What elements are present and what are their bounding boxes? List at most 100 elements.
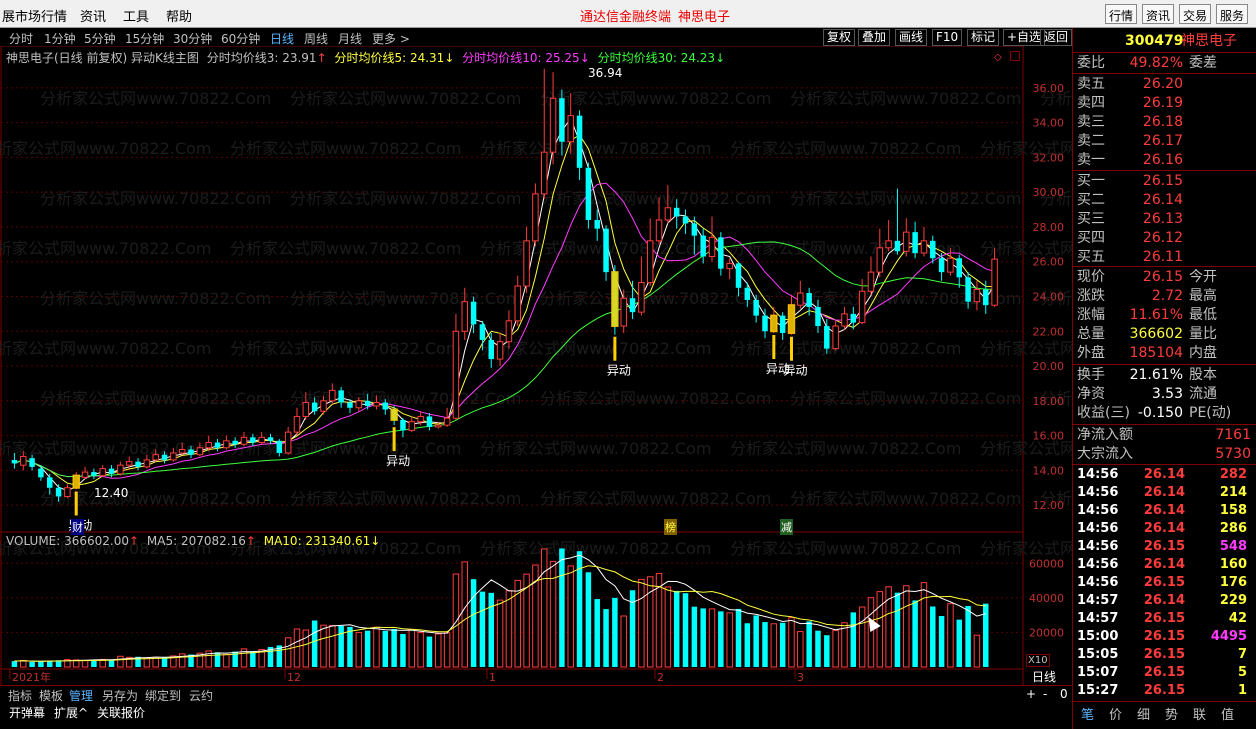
zoom-out-button[interactable]: - bbox=[1043, 687, 1047, 701]
period-tab[interactable]: 分时 bbox=[9, 30, 33, 47]
draw-button[interactable]: 画线 bbox=[895, 29, 928, 46]
stock-title: 神思电子 bbox=[678, 10, 731, 25]
candle-body-up bbox=[655, 219, 663, 242]
candle-body-up bbox=[540, 151, 548, 195]
watermark-text: 分析家公式网www.70822.Com bbox=[540, 489, 771, 508]
tick-row: 15:05 26.15 7 bbox=[1077, 646, 1253, 664]
candle-body-down bbox=[347, 402, 353, 408]
kline-chart[interactable]: 分析家公式网www.70822.Com 分析家公式网www.70822.Com 分析… bbox=[0, 46, 1072, 686]
volume-bar-up bbox=[664, 586, 672, 668]
volume-bar-down bbox=[815, 630, 821, 667]
tab-cloud[interactable]: 云约 bbox=[189, 687, 213, 704]
watermark-text: 分析家公式网www.70822.Com bbox=[790, 489, 1021, 508]
sell-row-label: 卖四 bbox=[1077, 95, 1105, 111]
danmu-toggle[interactable]: 开弹幕 bbox=[9, 704, 45, 721]
chart-area[interactable]: 分析家公式网www.70822.Com 分析家公式网www.70822.Com 分析… bbox=[0, 46, 1072, 686]
quote-tab[interactable]: 联 bbox=[1193, 704, 1206, 723]
period-tab[interactable]: 60分钟 bbox=[221, 30, 260, 47]
candle-body-down bbox=[38, 468, 44, 478]
price-tick: 24.00 bbox=[1033, 290, 1065, 303]
period-tab[interactable]: 月线 bbox=[338, 30, 362, 47]
f10-button[interactable]: F10 bbox=[932, 29, 963, 46]
sell-row: 卖一 26.16 bbox=[1077, 151, 1253, 169]
candle-body-up bbox=[726, 262, 733, 270]
sell-row-value: 26.18 bbox=[1142, 114, 1183, 130]
add-watchlist-button[interactable]: +自选 bbox=[1003, 29, 1046, 46]
candle-body-up bbox=[947, 257, 954, 273]
sell-row-label: 卖二 bbox=[1077, 133, 1105, 149]
sell-row-label: 卖三 bbox=[1077, 114, 1105, 130]
quote-tab[interactable]: 值 bbox=[1221, 704, 1234, 723]
period-tab[interactable]: 周线 bbox=[304, 30, 328, 47]
high-price-label: 36.94 bbox=[588, 66, 623, 80]
tick-time: 14:56 bbox=[1077, 503, 1119, 518]
menu-news[interactable]: 资讯 bbox=[80, 6, 106, 25]
tick-time: 14:56 bbox=[1077, 575, 1119, 590]
fuquan-button[interactable]: 复权 bbox=[823, 29, 856, 46]
candle-body-up bbox=[638, 282, 645, 313]
news-button[interactable]: 资讯 bbox=[1142, 4, 1175, 24]
yidong-label: 异动 bbox=[607, 364, 631, 378]
tick-row: 14:56 26.14 282 bbox=[1077, 466, 1253, 484]
period-tab[interactable]: 15分钟 bbox=[125, 30, 164, 47]
menu-help[interactable]: 帮助 bbox=[166, 6, 192, 25]
tab-saveas[interactable]: 另存为 bbox=[102, 687, 138, 704]
stat2-row-sub: 股本 bbox=[1189, 367, 1217, 383]
buy-row: 买一 26.15 bbox=[1077, 172, 1253, 190]
back-button[interactable]: 返回 bbox=[1040, 29, 1072, 46]
service-button[interactable]: 服务 bbox=[1216, 4, 1249, 24]
zoom-in-button[interactable]: + bbox=[1026, 687, 1036, 701]
period-tab-active[interactable]: 日线 bbox=[270, 30, 294, 47]
quote-tab[interactable]: 价 bbox=[1109, 704, 1122, 723]
window-icon[interactable] bbox=[1010, 51, 1020, 61]
period-tab[interactable]: 1分钟 bbox=[44, 30, 76, 47]
tab-bind[interactable]: 绑定到 bbox=[145, 687, 181, 704]
low-price-label: 12.40 bbox=[94, 486, 129, 500]
volume-bar-up bbox=[320, 624, 327, 668]
tick-time: 14:56 bbox=[1077, 557, 1119, 572]
trade-button[interactable]: 交易 bbox=[1179, 4, 1212, 24]
watermark-text: 分析家公式网www.70822.Com bbox=[290, 89, 521, 108]
candle-body-down bbox=[29, 458, 35, 467]
menu-app[interactable]: 展市场行情 bbox=[2, 6, 67, 25]
quote-tab[interactable]: 势 bbox=[1165, 704, 1178, 723]
tab-indicator[interactable]: 指标 bbox=[8, 687, 32, 704]
candle-body-up bbox=[858, 290, 866, 324]
bang-marker[interactable]: 榜 bbox=[664, 519, 677, 535]
vol-ma10-label: MA10: 231340.61 bbox=[263, 534, 371, 548]
candle-body-down bbox=[11, 459, 18, 464]
volume-bar-up bbox=[638, 578, 645, 668]
candle-body-up bbox=[549, 97, 557, 153]
tab-template[interactable]: 模板 bbox=[39, 687, 63, 704]
zoom-reset-button[interactable]: 0 bbox=[1060, 687, 1068, 701]
period-tab[interactable]: 30分钟 bbox=[173, 30, 212, 47]
watermark-text: 分析家公式网www.70822.Com bbox=[40, 289, 271, 308]
diamond-icon[interactable]: ◇ bbox=[994, 52, 1002, 63]
candle-body-up bbox=[523, 240, 530, 287]
tick-time: 14:56 bbox=[1077, 467, 1119, 482]
candle-body-up bbox=[903, 231, 910, 252]
quote-tab[interactable]: 笔 bbox=[1081, 704, 1094, 723]
volume-tick: 20000 bbox=[1029, 626, 1064, 639]
candle-body-up bbox=[885, 240, 892, 249]
stat-row: 总量 366602 量比 bbox=[1077, 325, 1253, 343]
stat-row-sub: 量比 bbox=[1189, 326, 1217, 342]
period-tab[interactable]: 更多 > bbox=[372, 30, 410, 47]
quote-tab[interactable]: 细 bbox=[1137, 704, 1150, 723]
overlay-button[interactable]: 叠加 bbox=[858, 29, 891, 46]
volume-bar-down bbox=[250, 651, 256, 667]
candle-body-up bbox=[620, 297, 627, 327]
linked-quote-button[interactable]: 关联报价 bbox=[97, 704, 145, 721]
candle-body-up bbox=[170, 452, 177, 461]
jian-marker[interactable]: 减 bbox=[780, 519, 793, 535]
period-tab[interactable]: 5分钟 bbox=[84, 30, 116, 47]
mark-button[interactable]: 标记 bbox=[967, 29, 1000, 46]
stat-row-value: 26.15 bbox=[1142, 269, 1183, 285]
menu-tools[interactable]: 工具 bbox=[123, 6, 149, 25]
cai-marker[interactable]: 财 bbox=[71, 519, 84, 535]
price-tick: 14.00 bbox=[1033, 464, 1065, 477]
volume-bar-down bbox=[983, 603, 989, 667]
tab-manage[interactable]: 管理 bbox=[69, 687, 93, 704]
expand-button[interactable]: 扩展^ bbox=[54, 704, 88, 721]
quote-button[interactable]: 行情 bbox=[1105, 4, 1138, 24]
